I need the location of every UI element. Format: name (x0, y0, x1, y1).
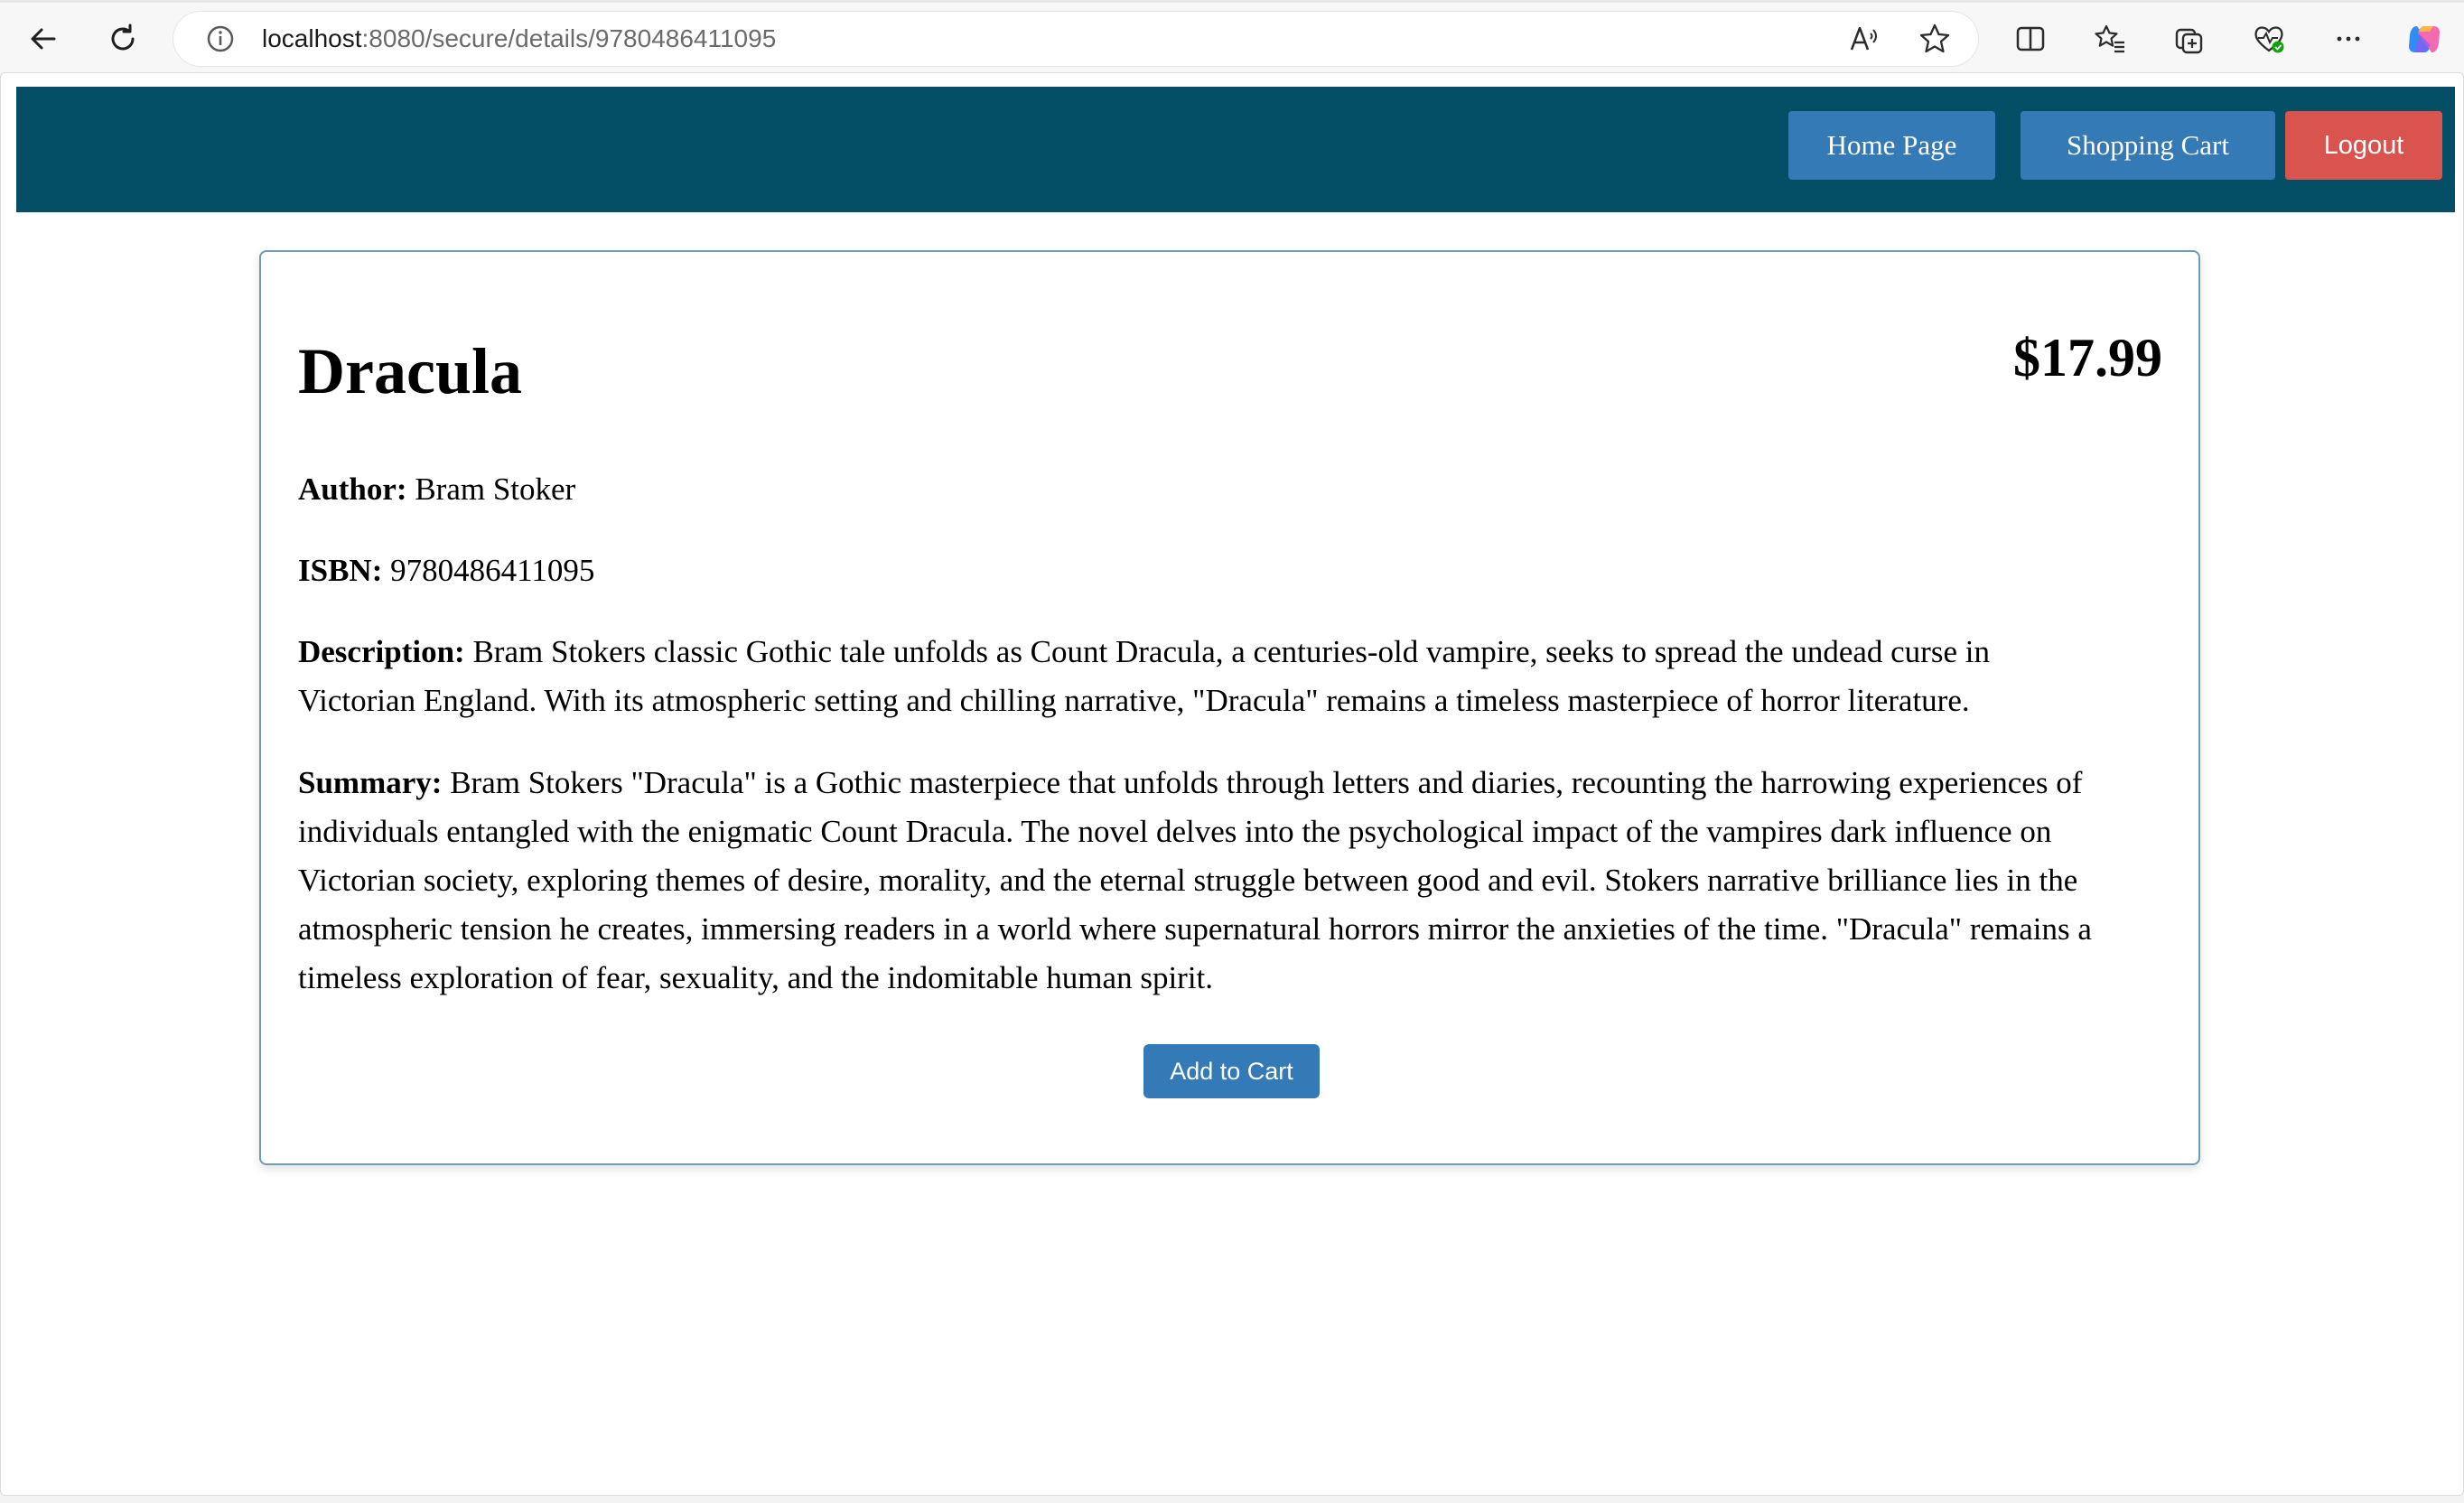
collections-icon[interactable] (2164, 14, 2215, 64)
url-path: :8080/secure/details/9780486411095 (361, 24, 777, 52)
home-page-button[interactable]: Home Page (1788, 111, 1995, 180)
book-price: $17.99 (2013, 328, 2162, 387)
summary-row: Summary: Bram Stokers "Dracula" is a Got… (298, 759, 2168, 1003)
url-host: localhost (262, 24, 362, 52)
description-value: Bram Stokers classic Gothic tale unfolds… (298, 634, 1990, 718)
author-row: Author: Bram Stoker (298, 465, 2168, 514)
summary-value: Bram Stokers "Dracula" is a Gothic maste… (298, 765, 2092, 995)
top-navbar: Home Page Shopping Cart Logout (16, 87, 2455, 212)
shopping-cart-button[interactable]: Shopping Cart (2021, 111, 2275, 180)
split-screen-icon[interactable] (2005, 14, 2056, 64)
favorites-icon[interactable] (2085, 14, 2135, 64)
author-value: Bram Stoker (415, 471, 576, 507)
site-info-icon[interactable] (202, 21, 238, 57)
isbn-label: ISBN: (298, 553, 383, 588)
book-title: Dracula (298, 335, 522, 407)
back-icon[interactable] (18, 14, 69, 64)
description-row: Description: Bram Stokers classic Gothic… (298, 628, 2105, 725)
refresh-icon[interactable] (98, 14, 148, 64)
description-label: Description: (298, 634, 465, 669)
add-to-cart-button[interactable]: Add to Cart (1143, 1044, 1320, 1098)
read-aloud-icon[interactable] (1846, 21, 1882, 57)
isbn-row: ISBN: 9780486411095 (298, 546, 2168, 595)
address-bar[interactable]: localhost:8080/secure/details/9780486411… (173, 12, 1978, 66)
url-text[interactable]: localhost:8080/secure/details/9780486411… (262, 23, 776, 55)
more-options-icon[interactable] (2323, 14, 2374, 64)
logout-button[interactable]: Logout (2285, 111, 2442, 180)
book-details-card: Dracula $17.99 Author: Bram Stoker ISBN:… (259, 250, 2200, 1165)
favorite-star-icon[interactable] (1917, 21, 1953, 57)
copilot-icon[interactable] (2399, 14, 2450, 64)
browser-toolbar: localhost:8080/secure/details/9780486411… (0, 0, 2464, 72)
browser-essentials-icon[interactable] (2244, 14, 2294, 64)
page-viewport: Home Page Shopping Cart Logout Dracula $… (0, 72, 2464, 1496)
summary-label: Summary: (298, 765, 443, 800)
isbn-value: 9780486411095 (390, 553, 595, 588)
author-label: Author: (298, 471, 407, 507)
